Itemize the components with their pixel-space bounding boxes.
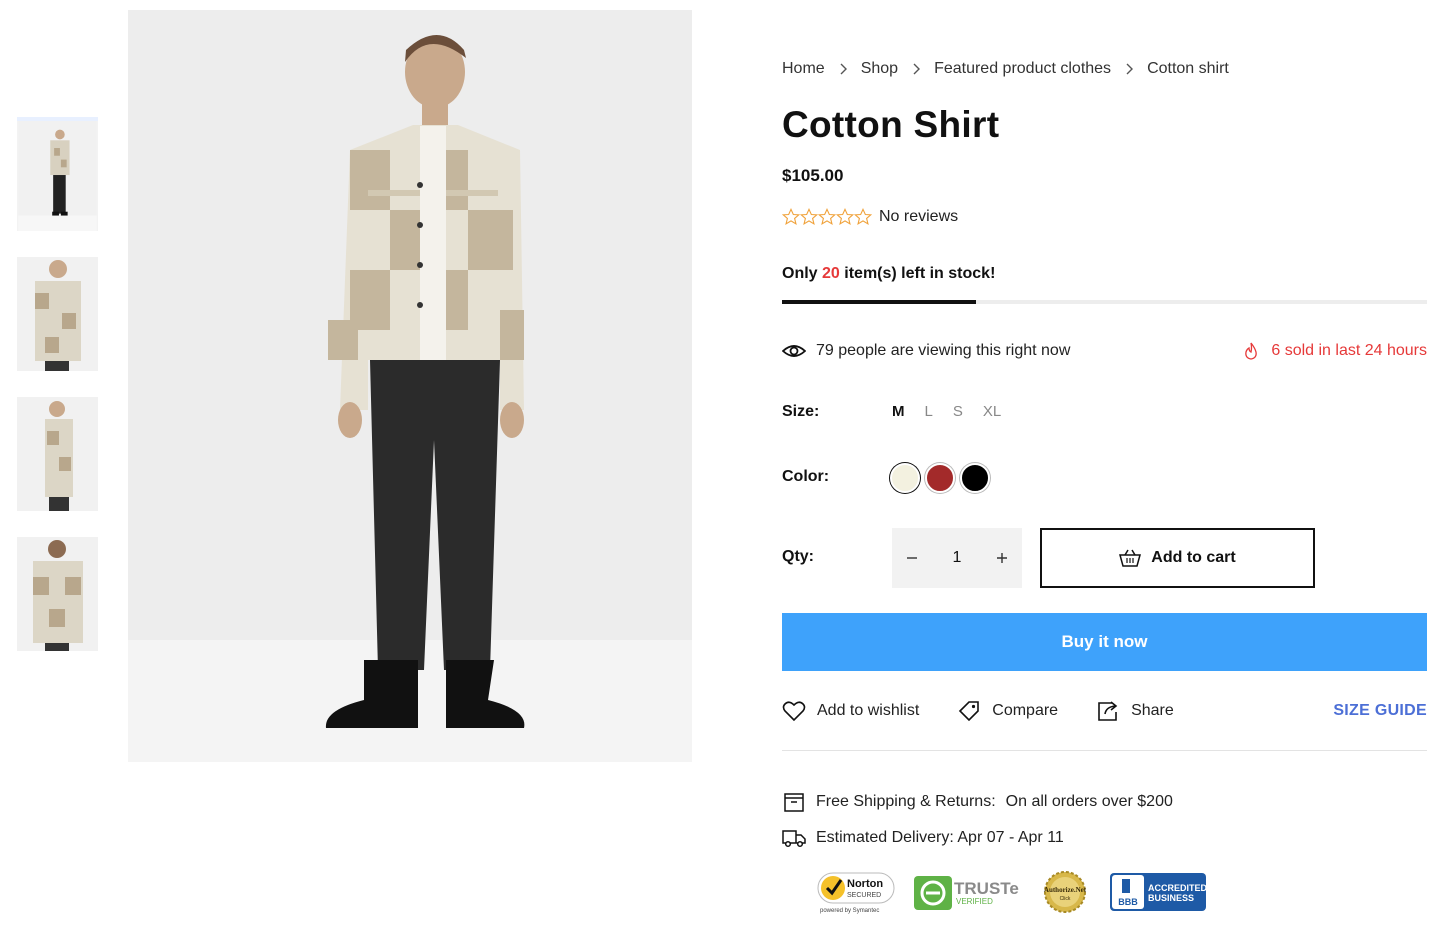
buy-now-label: Buy it now — [1061, 632, 1148, 651]
star-icon — [782, 208, 800, 225]
color-swatch-black[interactable] — [960, 463, 990, 493]
truste-title: TRUSTe — [954, 879, 1019, 898]
chevron-right-icon — [825, 60, 861, 78]
star-icon — [836, 208, 854, 225]
heart-icon — [782, 701, 806, 722]
size-option-m[interactable]: M — [892, 402, 905, 421]
product-price: $105.00 — [782, 166, 844, 185]
product-title: Cotton Shirt — [782, 104, 1000, 145]
star-icon — [854, 208, 872, 225]
size-label: Size: — [782, 403, 820, 420]
qty-input[interactable] — [937, 549, 977, 567]
breadcrumb-home[interactable]: Home — [782, 60, 825, 78]
truste-sub: VERIFIED — [956, 897, 993, 906]
color-swatch-red[interactable] — [925, 463, 955, 493]
chevron-right-icon — [898, 60, 934, 78]
color-selector — [890, 463, 995, 493]
flame-icon — [1245, 342, 1258, 360]
stock-message: Only 20 item(s) left in stock! — [782, 265, 995, 283]
thumbnail-image — [17, 397, 98, 511]
thumbnail-image — [17, 257, 98, 371]
bbb-line1: ACCREDITED — [1148, 883, 1206, 893]
breadcrumb: Home Shop Featured product clothes Cotto… — [782, 60, 1229, 78]
truck-icon — [782, 830, 806, 848]
sold-text: 6 sold in last 24 hours — [1271, 342, 1427, 359]
size-option-s[interactable]: S — [953, 402, 963, 421]
stock-progress-bar — [782, 300, 1427, 304]
size-option-xl[interactable]: XL — [983, 402, 1001, 421]
main-product-image[interactable] — [128, 10, 692, 762]
thumbnail-image — [18, 121, 97, 231]
add-to-wishlist-button[interactable]: Add to wishlist — [782, 700, 919, 722]
bbb-logo: BBB — [1118, 897, 1138, 907]
breadcrumb-category[interactable]: Featured product clothes — [934, 60, 1111, 78]
breadcrumb-shop[interactable]: Shop — [861, 60, 898, 78]
viewers-text: 79 people are viewing this right now — [816, 342, 1071, 359]
stock-count: 20 — [822, 265, 840, 282]
add-to-cart-button[interactable]: Add to cart — [1040, 528, 1315, 588]
thumbnail-gallery — [17, 117, 98, 677]
rating[interactable]: No reviews — [782, 208, 958, 226]
norton-title: Norton — [847, 878, 883, 890]
share-label: Share — [1131, 702, 1174, 719]
size-guide-link[interactable]: SIZE GUIDE — [1333, 702, 1427, 720]
minus-icon — [907, 557, 917, 559]
basket-icon — [1119, 549, 1142, 567]
bbb-line2: BUSINESS — [1148, 893, 1194, 903]
compare-label: Compare — [992, 702, 1059, 719]
product-photo — [128, 10, 692, 762]
stock-prefix: Only — [782, 265, 818, 282]
reviews-count: No reviews — [879, 208, 959, 225]
delivery-text: Estimated Delivery: Apr 07 - Apr 11 — [816, 829, 1064, 846]
thumbnail-front-close[interactable] — [17, 257, 98, 371]
breadcrumb-current: Cotton shirt — [1147, 60, 1229, 77]
wishlist-label: Add to wishlist — [817, 702, 920, 719]
free-shipping-value: On all orders over $200 — [1005, 793, 1173, 810]
delivery-estimate: Estimated Delivery: Apr 07 - Apr 11 — [782, 828, 1064, 848]
box-icon — [784, 793, 804, 812]
thumbnail-side[interactable] — [17, 397, 98, 511]
plus-icon — [997, 553, 1007, 563]
authorize-sub: Click — [1060, 896, 1071, 902]
norton-powered: powered by Symantec — [820, 908, 879, 914]
bbb-accredited-badge: BBB ACCREDITED BUSINESS — [1110, 873, 1206, 911]
add-to-cart-label: Add to cart — [1151, 549, 1236, 566]
star-icon — [800, 208, 818, 225]
sold-notice: 6 sold in last 24 hours — [1243, 342, 1427, 360]
size-option-l[interactable]: L — [925, 402, 933, 421]
share-button[interactable]: Share — [1096, 700, 1174, 722]
share-icon — [1098, 701, 1118, 721]
chevron-right-icon — [1111, 60, 1147, 78]
rating-stars — [782, 208, 872, 226]
quantity-stepper — [892, 528, 1022, 588]
tag-icon — [959, 701, 980, 722]
star-icon — [818, 208, 836, 225]
divider — [782, 750, 1427, 751]
thumbnail-image — [17, 537, 98, 651]
viewers-notice: 79 people are viewing this right now — [782, 342, 1070, 360]
eye-icon — [782, 345, 806, 357]
authorize-net-badge: Authorize.Net Click — [1044, 871, 1087, 913]
stock-progress-fill — [782, 300, 976, 304]
stock-suffix: item(s) left in stock! — [844, 265, 996, 282]
qty-increase-button[interactable] — [982, 528, 1022, 588]
qty-label: Qty: — [782, 548, 814, 565]
color-swatch-cream[interactable] — [890, 463, 920, 493]
compare-button[interactable]: Compare — [957, 700, 1058, 722]
authorize-title: Authorize.Net — [1044, 886, 1087, 894]
product-actions: Add to wishlist Compare Share SIZE GUIDE — [782, 700, 1427, 722]
norton-sub: SECURED — [847, 892, 881, 899]
free-shipping-label: Free Shipping & Returns: — [816, 793, 996, 810]
size-selector: M L S XL — [892, 402, 1021, 421]
trust-badges: Norton SECURED powered by Symantec TRUST… — [816, 870, 1224, 914]
thumbnail-front-full[interactable] — [17, 117, 98, 231]
norton-secured-badge: Norton SECURED powered by Symantec — [817, 872, 895, 914]
thumbnail-back[interactable] — [17, 537, 98, 651]
buy-now-button[interactable]: Buy it now — [782, 613, 1427, 671]
qty-decrease-button[interactable] — [892, 528, 932, 588]
truste-verified-badge: TRUSTe VERIFIED — [914, 876, 1019, 910]
free-shipping-notice: Free Shipping & Returns: On all orders o… — [782, 792, 1173, 812]
color-label: Color: — [782, 468, 830, 485]
